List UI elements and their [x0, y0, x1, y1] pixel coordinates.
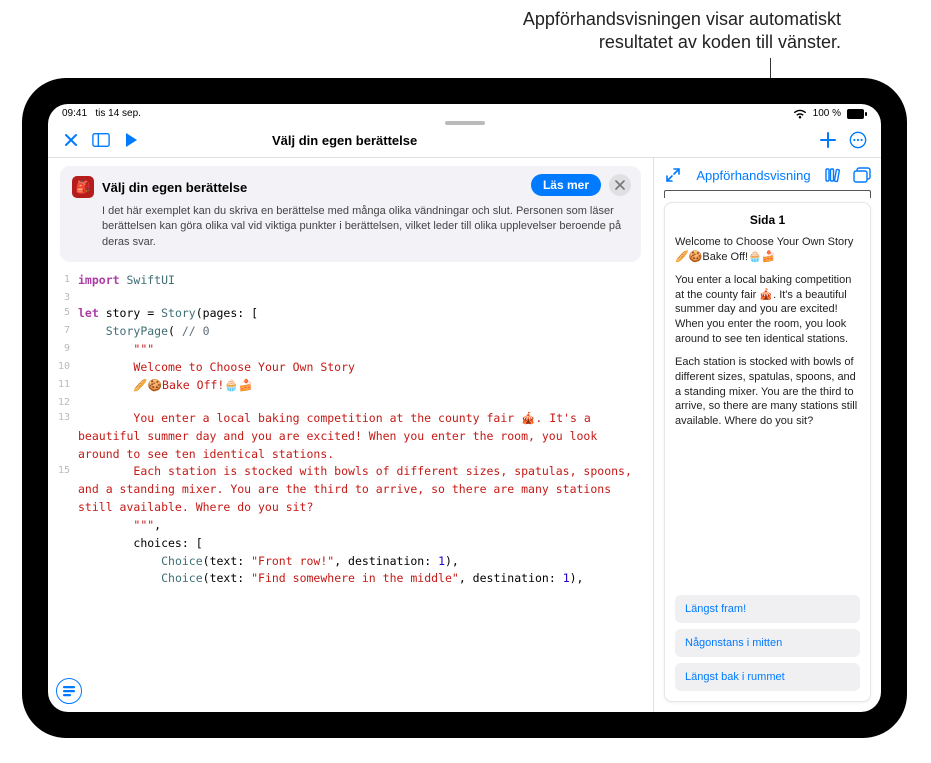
choice-button[interactable]: Längst bak i rummet — [675, 663, 860, 691]
code-line[interactable]: """, — [48, 517, 653, 535]
choice-button[interactable]: Längst fram! — [675, 595, 860, 623]
code-editor[interactable]: 1import SwiftUI35let story = Story(pages… — [48, 270, 653, 712]
wifi-icon — [793, 109, 807, 119]
app-preview: Sida 1 Welcome to Choose Your Own Story … — [664, 202, 871, 702]
code-line[interactable]: Choice(text: "Find somewhere in the midd… — [48, 570, 653, 588]
caption-line-1: Appförhandsvisningen visar automatiskt — [523, 9, 841, 29]
line-number: 15 — [48, 463, 78, 516]
code-text[interactable]: You enter a local baking competition at … — [78, 410, 653, 463]
code-line[interactable]: 11 🥖🍪Bake Off!🧁🍰 — [48, 377, 653, 395]
callout-bracket — [664, 190, 871, 198]
ipad-frame: 09:41 tis 14 sep. 100 % — [22, 78, 907, 738]
preview-toolbar: Appförhandsvisning — [654, 158, 881, 190]
doc-info-card: 🎒 Välj din egen berättelse I det här exe… — [60, 166, 641, 262]
status-left: 09:41 tis 14 sep. — [62, 108, 141, 119]
line-number: 13 — [48, 410, 78, 463]
library-icon[interactable] — [825, 166, 843, 184]
preview-pane: Appförhandsvisning Sida 1 Welcome to Cho… — [653, 158, 881, 712]
preview-page-title: Sida 1 — [675, 213, 860, 227]
line-number: 10 — [48, 359, 78, 377]
battery-icon — [847, 109, 867, 119]
close-card-button[interactable] — [609, 174, 631, 196]
line-number — [48, 553, 78, 571]
choice-button[interactable]: Någonstans i mitten — [675, 629, 860, 657]
line-number: 12 — [48, 395, 78, 411]
add-icon[interactable] — [819, 131, 837, 149]
code-text[interactable] — [78, 290, 90, 306]
code-line[interactable]: 1import SwiftUI — [48, 272, 653, 290]
figure-caption: Appförhandsvisningen visar automatiskt r… — [0, 0, 931, 55]
preview-paragraph: Welcome to Choose Your Own Story 🥖🍪Bake … — [675, 235, 860, 265]
code-text[interactable] — [78, 395, 90, 411]
code-text[interactable]: """, — [78, 517, 173, 535]
editor-toolbar: Välj din egen berättelse — [48, 125, 881, 157]
code-line[interactable]: 15 Each station is stocked with bowls of… — [48, 463, 653, 516]
line-number: 1 — [48, 272, 78, 290]
code-text[interactable]: 🥖🍪Bake Off!🧁🍰 — [78, 377, 265, 395]
close-icon[interactable] — [62, 131, 80, 149]
line-number — [48, 570, 78, 588]
line-number — [48, 535, 78, 553]
code-line[interactable]: Choice(text: "Front row!", destination: … — [48, 553, 653, 571]
code-text[interactable]: StoryPage( // 0 — [78, 323, 222, 341]
hints-button[interactable] — [56, 678, 82, 704]
line-number — [48, 517, 78, 535]
status-time: 09:41 — [62, 108, 87, 119]
preview-paragraph: You enter a local baking competition at … — [675, 273, 860, 347]
editor-pane: 🎒 Välj din egen berättelse I det här exe… — [48, 158, 653, 712]
choice-list: Längst fram! Någonstans i mitten Längst … — [675, 595, 860, 691]
line-number: 7 — [48, 323, 78, 341]
window-icon[interactable] — [853, 166, 871, 184]
run-icon[interactable] — [122, 131, 140, 149]
code-line[interactable]: 3 — [48, 290, 653, 306]
code-text[interactable]: """ — [78, 341, 166, 359]
code-text[interactable]: Choice(text: "Front row!", destination: … — [78, 553, 471, 571]
code-line[interactable]: 13 You enter a local baking competition … — [48, 410, 653, 463]
doc-app-icon: 🎒 — [72, 176, 94, 198]
document-title: Välj din egen berättelse — [272, 133, 417, 148]
content-area: 🎒 Välj din egen berättelse I det här exe… — [48, 157, 881, 712]
line-number: 3 — [48, 290, 78, 306]
screen: 09:41 tis 14 sep. 100 % — [48, 104, 881, 712]
code-text[interactable]: Welcome to Choose Your Own Story — [78, 359, 367, 377]
line-number: 5 — [48, 305, 78, 323]
sidebar-icon[interactable] — [92, 131, 110, 149]
code-text[interactable]: let story = Story(pages: [ — [78, 305, 270, 323]
code-line[interactable]: 9 """ — [48, 341, 653, 359]
doc-card-title: Välj din egen berättelse — [102, 180, 247, 195]
code-line[interactable]: 7 StoryPage( // 0 — [48, 323, 653, 341]
preview-paragraph: Each station is stocked with bowls of di… — [675, 355, 860, 429]
code-line[interactable]: choices: [ — [48, 535, 653, 553]
code-line[interactable]: 5let story = Story(pages: [ — [48, 305, 653, 323]
battery-percent: 100 % — [813, 108, 841, 119]
doc-card-description: I det här exemplet kan du skriva en berä… — [72, 204, 629, 250]
caption-line-2b: resultatet av koden till vänster. — [599, 32, 841, 52]
line-number: 11 — [48, 377, 78, 395]
code-text[interactable]: choices: [ — [78, 535, 215, 553]
code-text[interactable]: import SwiftUI — [78, 272, 187, 290]
status-right: 100 % — [793, 108, 867, 119]
more-icon[interactable] — [849, 131, 867, 149]
code-line[interactable]: 10 Welcome to Choose Your Own Story — [48, 359, 653, 377]
code-text[interactable]: Each station is stocked with bowls of di… — [78, 463, 653, 516]
read-more-button[interactable]: Läs mer — [531, 174, 601, 196]
code-text[interactable]: Choice(text: "Find somewhere in the midd… — [78, 570, 595, 588]
status-date: tis 14 sep. — [95, 108, 141, 119]
expand-icon[interactable] — [664, 166, 682, 184]
line-number: 9 — [48, 341, 78, 359]
status-bar: 09:41 tis 14 sep. 100 % — [48, 104, 881, 119]
code-line[interactable]: 12 — [48, 395, 653, 411]
preview-label: Appförhandsvisning — [690, 168, 817, 183]
